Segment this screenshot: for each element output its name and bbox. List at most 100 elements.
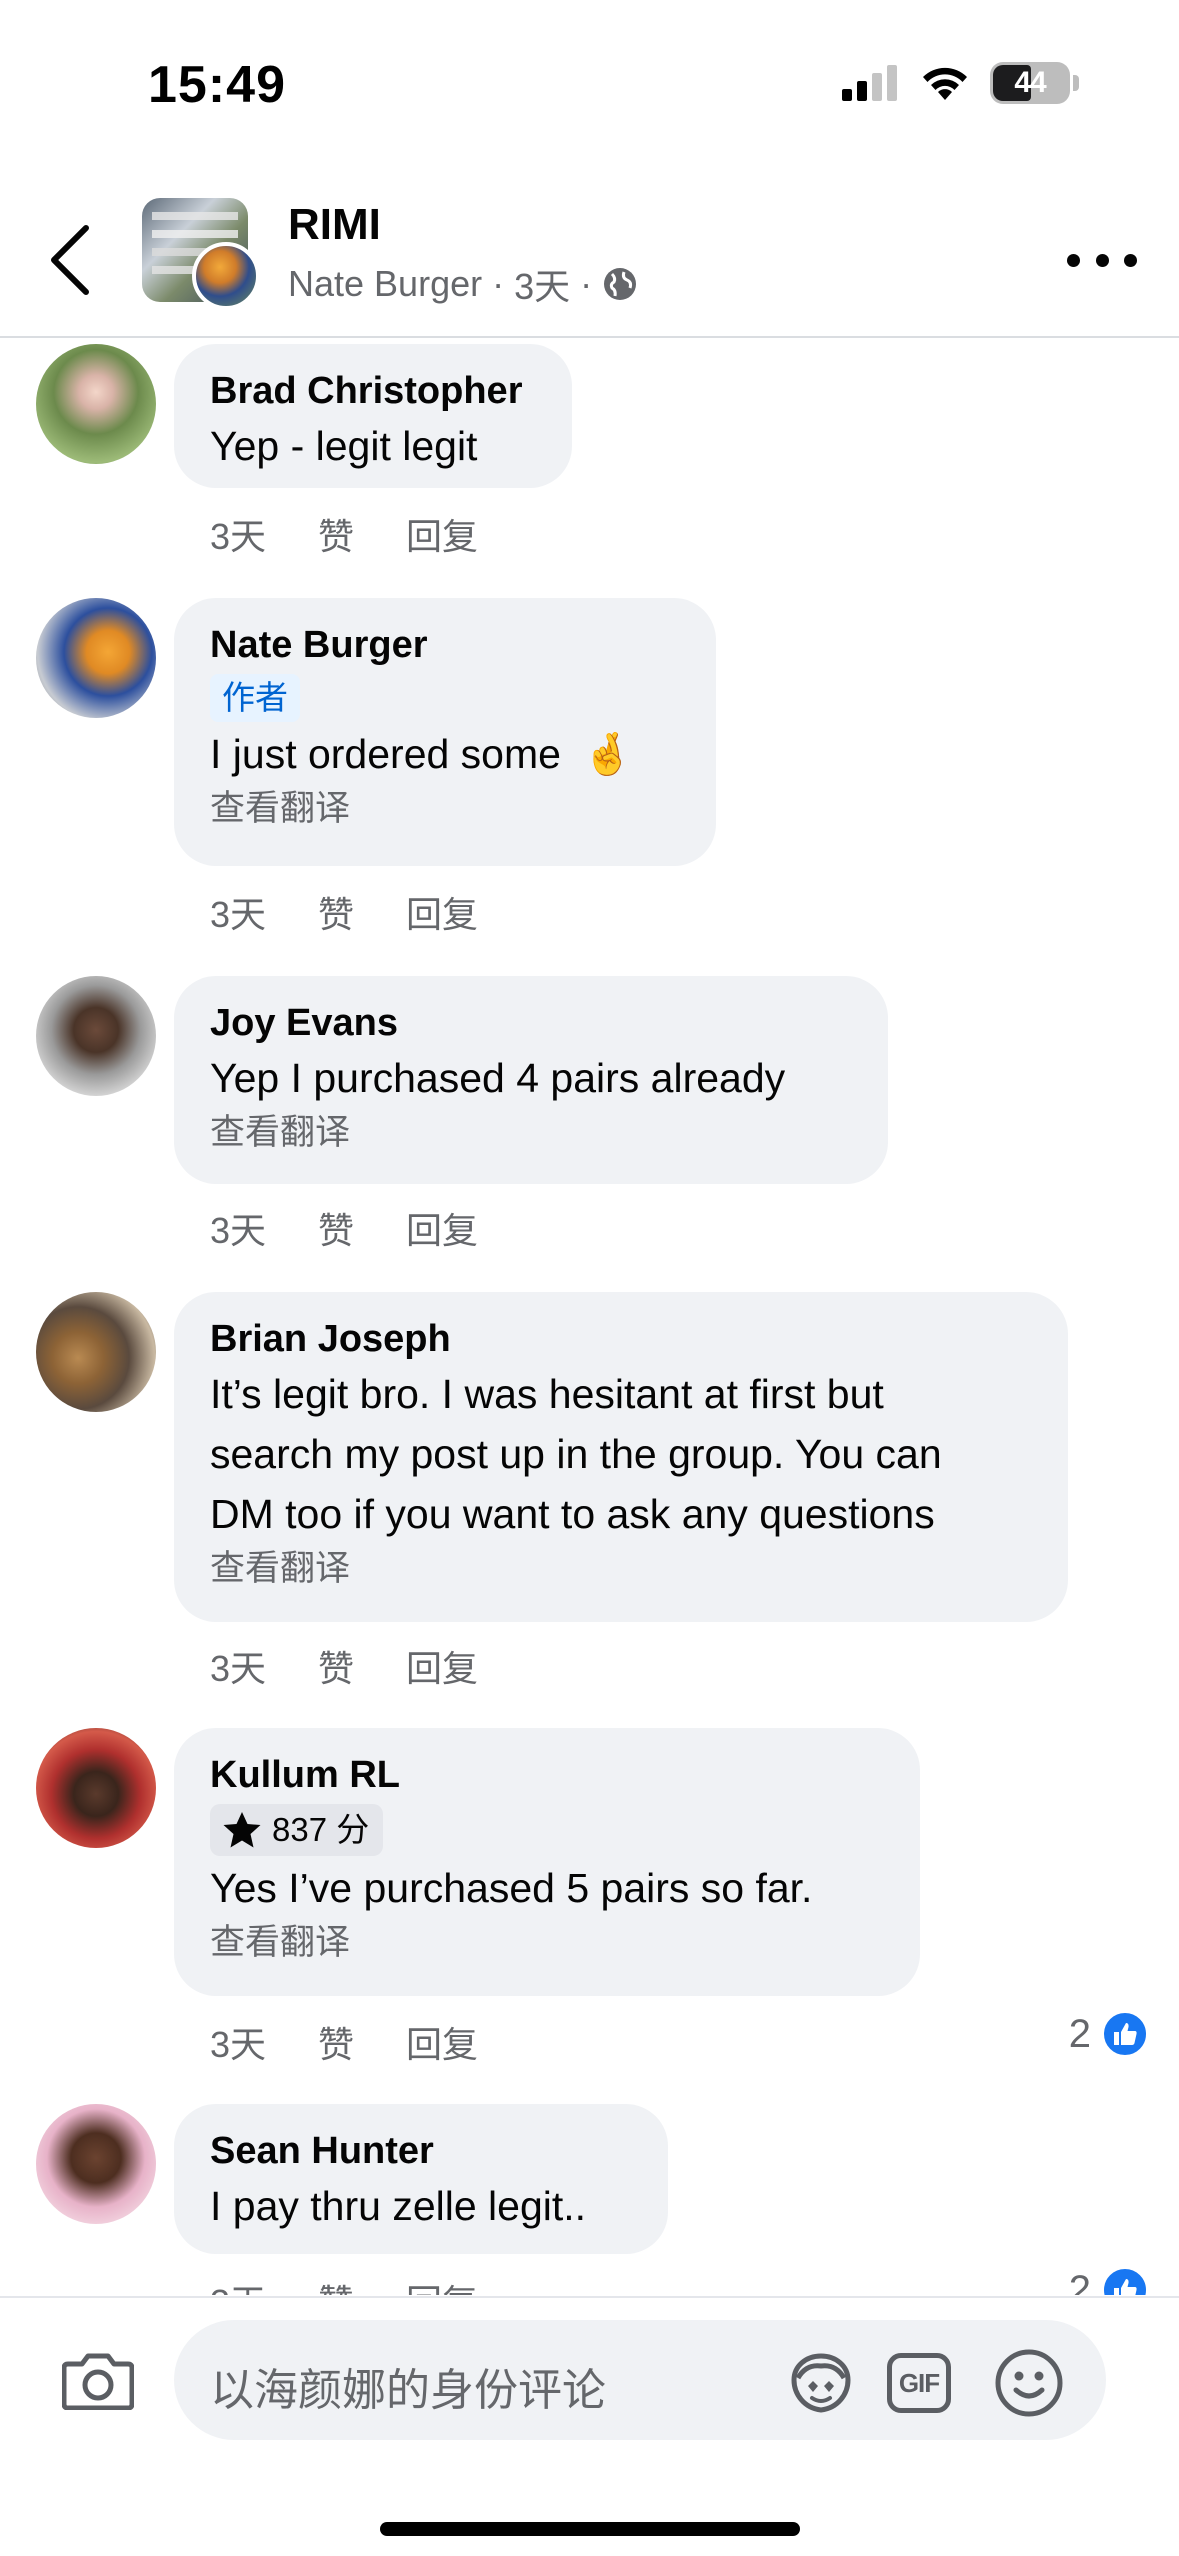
battery-indicator: 44 — [990, 62, 1079, 104]
emoji-button[interactable] — [994, 2348, 1064, 2418]
reply-link[interactable]: 回复 — [406, 1202, 478, 1254]
author-badge: 作者 — [210, 674, 300, 722]
comment-author[interactable]: Brad Christopher — [210, 366, 536, 416]
reply-link[interactable]: 回复 — [406, 508, 478, 560]
comments-list: Brad Christopher Yep - legit legit 3天 赞 … — [0, 340, 1179, 2295]
meta-separator: · — [492, 263, 505, 304]
home-indicator — [380, 2522, 800, 2536]
comment-text-line: It’s legit bro. I was hesitant at first … — [210, 1371, 884, 1417]
comment-actions: 3天 赞 回复 — [210, 2016, 478, 2068]
avatar[interactable] — [36, 344, 156, 464]
like-link[interactable]: 赞 — [318, 886, 354, 938]
comment-text: I pay thru zelle legit.. — [210, 2183, 587, 2229]
comment-author[interactable]: Kullum RL — [210, 1750, 884, 1800]
crossed-fingers-emoji: 🤞 — [582, 731, 634, 777]
more-dot-icon — [1124, 253, 1137, 267]
camera-button[interactable] — [58, 2340, 138, 2420]
points-value: 837 分 — [272, 1811, 370, 1848]
reply-link[interactable]: 回复 — [406, 2016, 478, 2068]
avatar-sticker-icon — [791, 2353, 851, 2413]
avatar[interactable] — [36, 1292, 156, 1412]
like-link[interactable]: 赞 — [318, 2016, 354, 2068]
status-bar: 15:49 44 — [0, 0, 1179, 170]
avatar[interactable] — [36, 2104, 156, 2224]
like-reaction-icon — [1101, 2266, 1149, 2295]
comment-text-line: DM too if you want to ask any questions — [210, 1491, 935, 1537]
comment-input-placeholder: 以海颜娜的身份评论 — [210, 2366, 606, 2415]
more-options-button[interactable] — [1067, 240, 1137, 280]
globe-icon — [604, 268, 637, 300]
comment-text: I just ordered some — [210, 731, 561, 777]
like-link[interactable]: 赞 — [318, 2274, 354, 2295]
comment-composer: 以海颜娜的身份评论 GIF — [0, 2296, 1179, 2556]
reply-link[interactable]: 回复 — [406, 1640, 478, 1692]
points-badge: 837 分 — [210, 1804, 384, 1856]
emoji-icon — [995, 2349, 1063, 2417]
avatar[interactable] — [36, 1728, 156, 1848]
comment-time: 3天 — [210, 516, 267, 557]
comment-actions: 3天 赞 回复 — [210, 508, 478, 560]
chevron-left-icon — [51, 225, 89, 295]
reaction-summary[interactable]: 2 — [1069, 2010, 1149, 2058]
reaction-summary[interactable]: 2 — [1069, 2266, 1149, 2295]
comment-bubble[interactable]: Joy Evans Yep I purchased 4 pairs alread… — [174, 976, 888, 1184]
comment-author[interactable]: Joy Evans — [210, 998, 852, 1048]
comment-bubble[interactable]: Nate Burger 作者 I just ordered some 🤞 查看翻… — [174, 598, 716, 866]
comment-text: Yep - legit legit — [210, 423, 478, 469]
cellular-signal-icon — [842, 65, 897, 101]
avatar[interactable] — [36, 976, 156, 1096]
comment-bubble[interactable]: Kullum RL 837 分 Yes I’ve purchased 5 pai… — [174, 1728, 920, 1996]
post-age: 3天 — [514, 266, 571, 307]
reply-link[interactable]: 回复 — [406, 2274, 478, 2295]
comment-text: Yes I’ve purchased 5 pairs so far. — [210, 1865, 813, 1911]
see-translation-link[interactable]: 查看翻译 — [210, 1918, 884, 1968]
see-translation-link[interactable]: 查看翻译 — [210, 1544, 1032, 1594]
like-link[interactable]: 赞 — [318, 508, 354, 560]
wifi-icon — [923, 67, 967, 100]
avatar[interactable] — [36, 598, 156, 718]
comment-time: 3天 — [210, 1210, 267, 1251]
more-dot-icon — [1095, 253, 1109, 267]
poster-avatar — [192, 242, 260, 310]
battery-level: 44 — [1014, 66, 1046, 99]
see-translation-link[interactable]: 查看翻译 — [210, 784, 680, 834]
comment-author[interactable]: Brian Joseph — [210, 1314, 1032, 1364]
poster-name[interactable]: Nate Burger — [288, 263, 482, 305]
comment-actions: 3天 赞 回复 — [210, 886, 478, 938]
see-translation-link[interactable]: 查看翻译 — [210, 1108, 852, 1158]
avatar-sticker-button[interactable] — [786, 2348, 856, 2418]
comment-actions: 3天 赞 回复 — [210, 1202, 478, 1254]
gif-icon: GIF — [887, 2353, 951, 2413]
comment-text-line: search my post up in the group. You can — [210, 1431, 942, 1477]
comment-text-row: I just ordered some 🤞 — [210, 724, 680, 784]
comment-actions: 3天 赞 回复 — [210, 2274, 478, 2295]
star-icon — [223, 1812, 261, 1848]
like-link[interactable]: 赞 — [318, 1640, 354, 1692]
status-time: 15:49 — [148, 56, 286, 114]
comment-time: 3天 — [210, 2274, 266, 2295]
comment-actions: 3天 赞 回复 — [210, 1640, 478, 1692]
post-meta: Nate Burger · 3天 · — [288, 258, 638, 310]
back-button[interactable] — [40, 220, 100, 300]
post-header: RIMI Nate Burger · 3天 · — [0, 170, 1179, 338]
comment-time: 3天 — [210, 894, 267, 935]
comment-input[interactable]: 以海颜娜的身份评论 GIF — [174, 2320, 1106, 2440]
gif-button[interactable]: GIF — [884, 2348, 954, 2418]
comment-time: 3天 — [210, 1648, 267, 1689]
comment-author[interactable]: Sean Hunter — [210, 2126, 632, 2176]
reaction-count: 2 — [1068, 2011, 1091, 2056]
comment-text: Yep I purchased 4 pairs already — [210, 1055, 786, 1101]
group-name[interactable]: RIMI — [288, 200, 381, 250]
reply-link[interactable]: 回复 — [406, 886, 478, 938]
group-avatar[interactable] — [142, 198, 260, 310]
comment-author[interactable]: Nate Burger — [210, 620, 680, 670]
like-link[interactable]: 赞 — [318, 1202, 354, 1254]
like-reaction-icon — [1101, 2010, 1149, 2058]
meta-separator-2: · — [580, 263, 593, 304]
comment-time: 3天 — [210, 2024, 267, 2065]
comment-bubble[interactable]: Brad Christopher Yep - legit legit — [174, 344, 572, 488]
comment-bubble[interactable]: Brian Joseph It’s legit bro. I was hesit… — [174, 1292, 1068, 1622]
status-icons: 44 — [842, 62, 1079, 104]
more-dot-icon — [1067, 253, 1080, 267]
comment-bubble[interactable]: Sean Hunter I pay thru zelle legit.. — [174, 2104, 668, 2254]
